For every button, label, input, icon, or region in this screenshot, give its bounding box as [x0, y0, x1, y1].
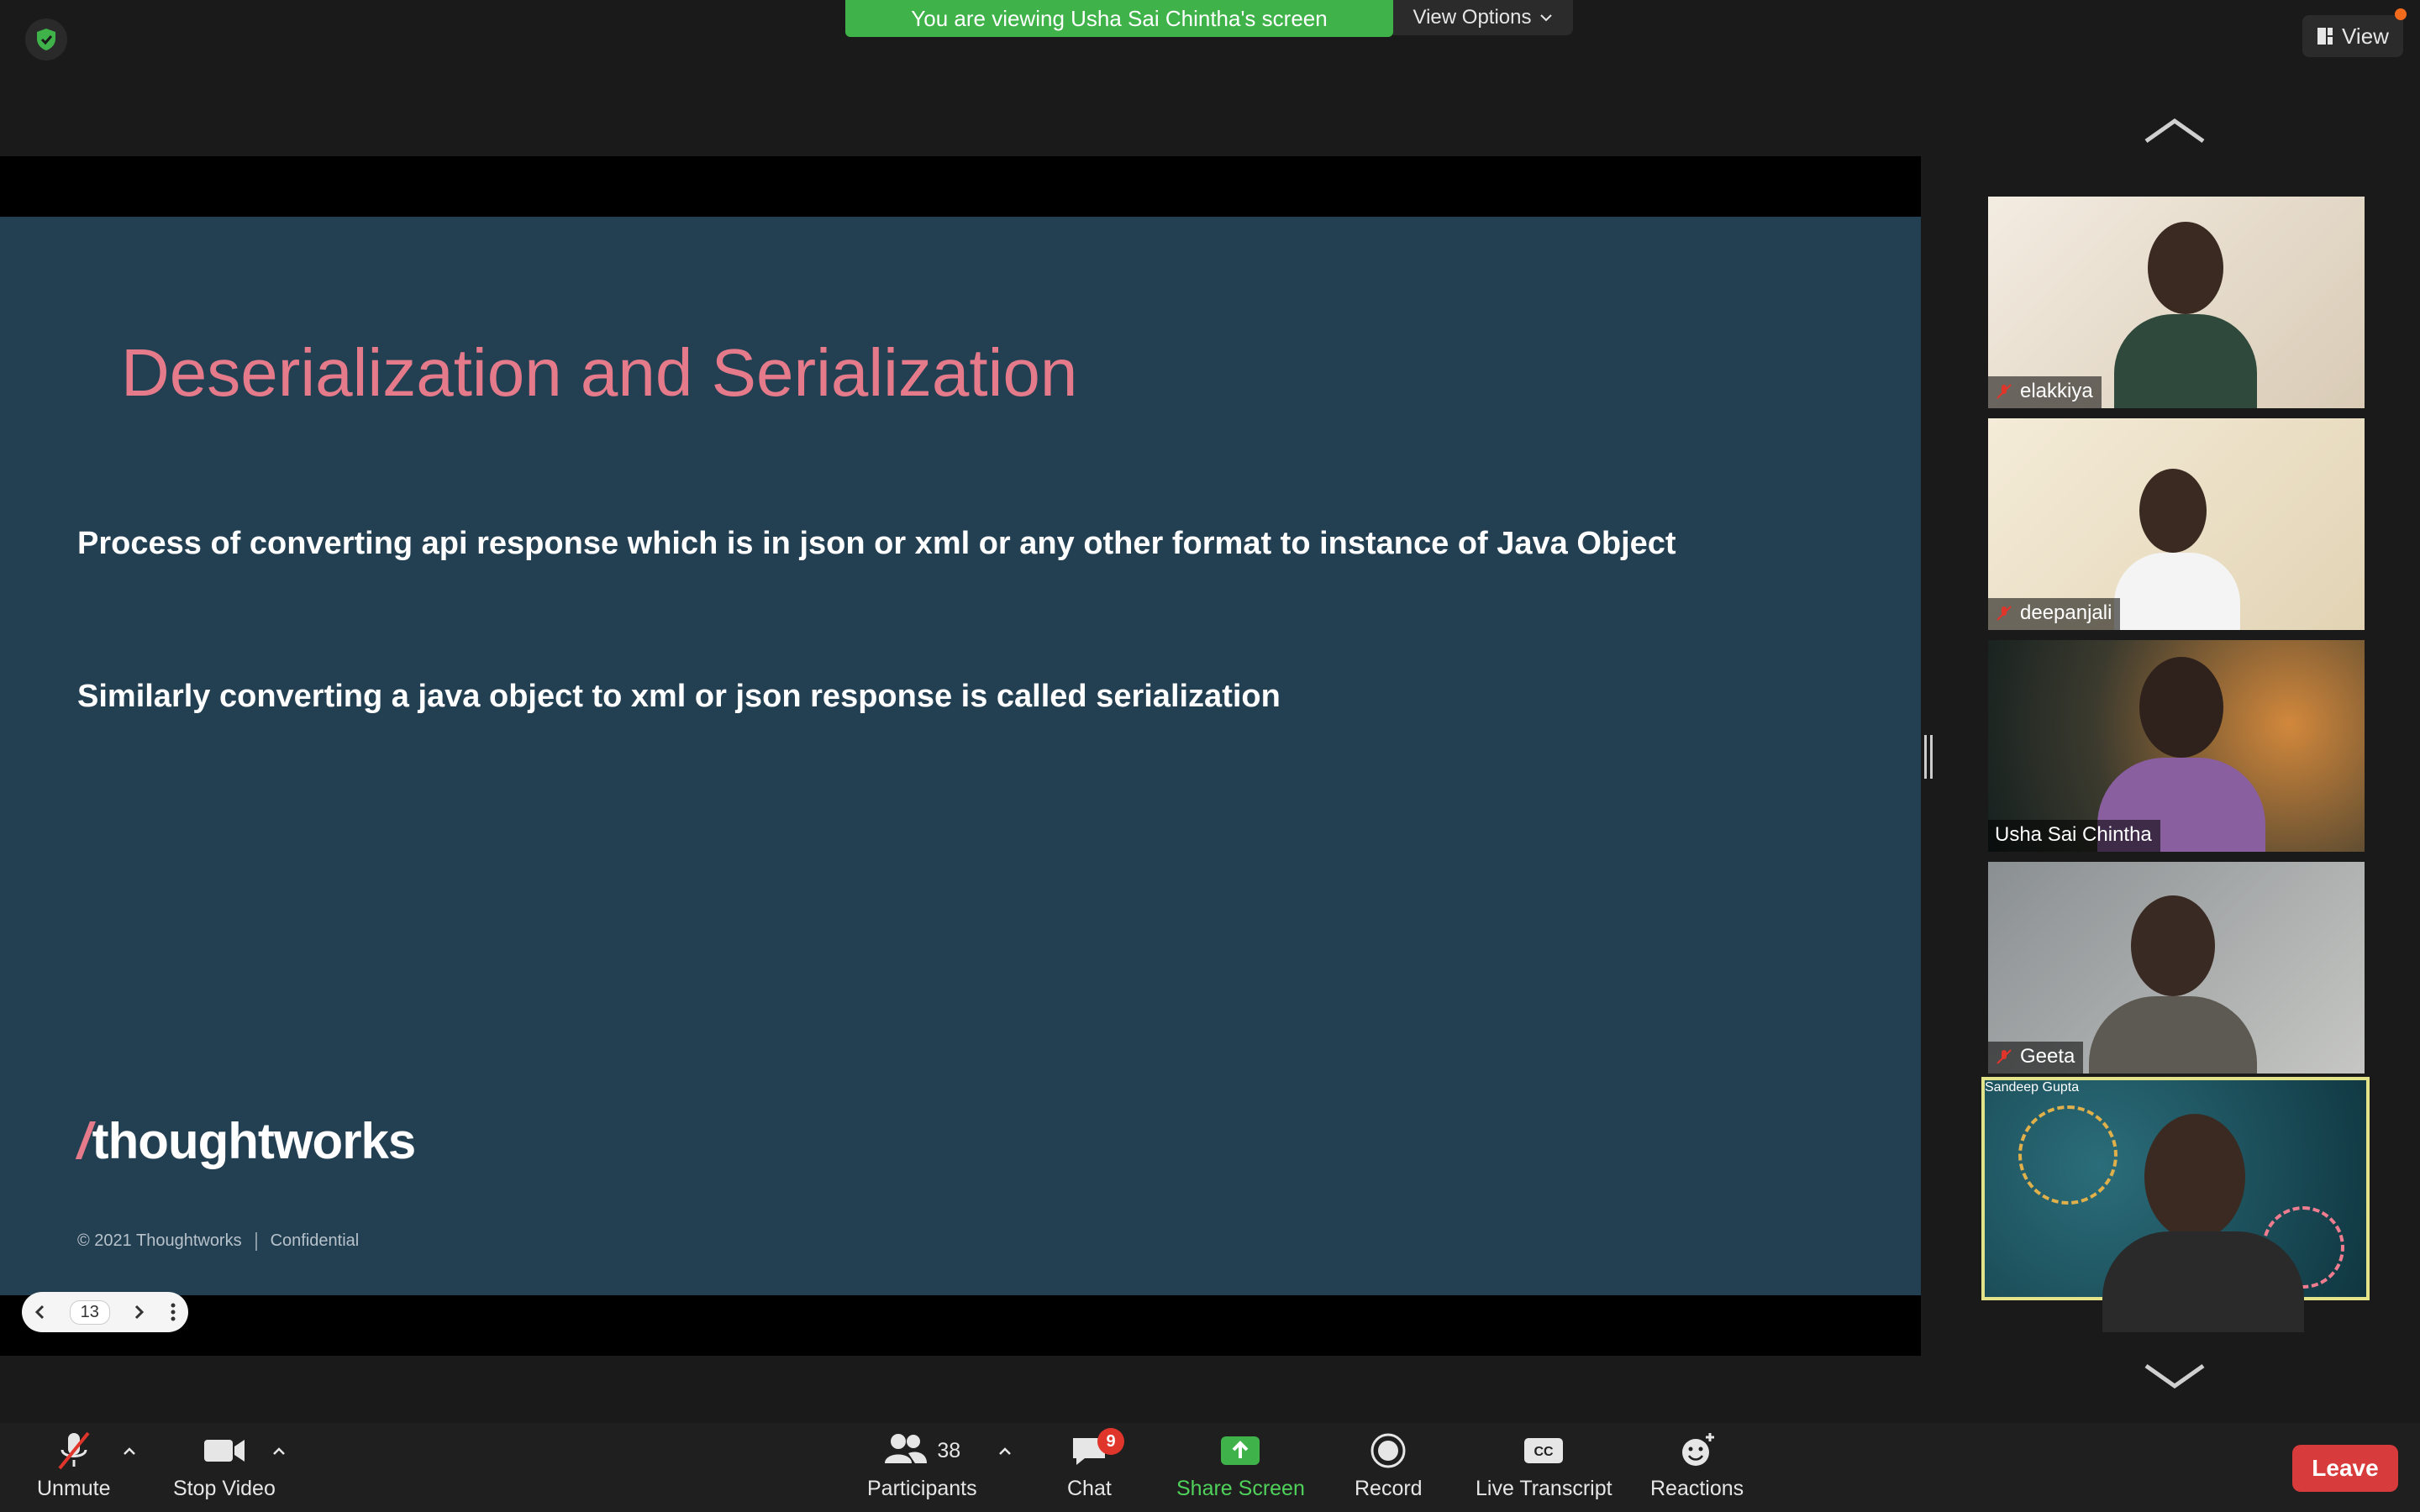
layout-icon: [2317, 28, 2333, 45]
footer-divider: [255, 1231, 257, 1251]
gallery-scroll-down-icon[interactable]: [2141, 1359, 2208, 1393]
participant-video: [2139, 657, 2223, 758]
live-transcript-button[interactable]: CC Live Transcript: [1476, 1430, 1612, 1501]
share-screen-icon: [1221, 1436, 1260, 1465]
previous-slide-icon[interactable]: [34, 1304, 45, 1320]
record-icon: [1370, 1433, 1406, 1468]
record-button[interactable]: Record: [1355, 1430, 1423, 1501]
viewing-screen-banner: You are viewing Usha Sai Chintha's scree…: [845, 0, 1393, 37]
gallery-scroll-up-icon[interactable]: [2141, 114, 2208, 148]
participants-options-caret-icon[interactable]: [997, 1443, 1013, 1460]
unmute-label: Unmute: [37, 1477, 111, 1500]
view-options-label: View Options: [1413, 6, 1532, 29]
slide-page-number: 13: [69, 1299, 110, 1325]
stop-video-label: Stop Video: [173, 1477, 276, 1500]
stop-video-button[interactable]: Stop Video: [173, 1430, 276, 1501]
participant-name-tag: Geeta: [1988, 1042, 2084, 1074]
view-options-button[interactable]: View Options: [1393, 0, 1573, 35]
participant-video: [2139, 469, 2207, 553]
participants-button[interactable]: 38 Participants: [867, 1430, 977, 1501]
participant-video-body: [2102, 1231, 2304, 1332]
share-screen-button[interactable]: Share Screen: [1176, 1430, 1305, 1501]
participant-video-body: [2089, 996, 2257, 1074]
muted-mic-icon: [1996, 1049, 2012, 1064]
participant-video-body: [2114, 314, 2257, 408]
thoughtworks-logo: /thoughtworks: [77, 1113, 417, 1169]
participant-tile[interactable]: Usha Sai Chintha: [1988, 640, 2365, 852]
security-shield-icon[interactable]: [25, 18, 67, 60]
slide-footer: © 2021 Thoughtworks Confidential: [77, 1231, 359, 1251]
participant-name-tag: elakkiya: [1988, 376, 2102, 408]
closed-captions-icon: CC: [1524, 1438, 1564, 1463]
participant-name-tag: Usha Sai Chintha: [1988, 820, 2160, 852]
muted-mic-icon: [1996, 606, 2012, 621]
participant-video: [2131, 895, 2215, 996]
chat-label: Chat: [1067, 1477, 1112, 1500]
slide-copyright: © 2021 Thoughtworks: [77, 1231, 242, 1250]
chevron-down-icon: [1540, 14, 1553, 22]
fireworks-background: [2018, 1105, 2118, 1205]
reactions-button[interactable]: Reactions: [1650, 1430, 1744, 1501]
logo-text: thoughtworks: [92, 1113, 417, 1169]
reactions-label: Reactions: [1650, 1477, 1744, 1500]
svg-text:CC: CC: [1534, 1445, 1555, 1459]
participant-name-tag: Sandeep Gupta: [1985, 1080, 2366, 1095]
more-options-icon[interactable]: [170, 1303, 176, 1321]
participants-label: Participants: [867, 1477, 977, 1500]
reactions-smiley-icon: [1681, 1433, 1714, 1466]
participant-tile[interactable]: elakkiya: [1988, 197, 2365, 408]
participant-video: [2148, 222, 2223, 314]
slide-navigation: 13: [22, 1292, 188, 1332]
shared-screen-letterbox-bottom: [0, 1295, 1921, 1356]
participant-video-body: [2114, 553, 2240, 630]
video-camera-icon: [203, 1440, 245, 1462]
live-transcript-label: Live Transcript: [1476, 1477, 1612, 1500]
next-slide-icon[interactable]: [134, 1304, 145, 1320]
participant-tile[interactable]: deepanjali: [1988, 418, 2365, 630]
slide-title: Deserialization and Serialization: [121, 335, 1078, 410]
participants-count: 38: [937, 1438, 961, 1462]
participant-name: Sandeep Gupta: [1985, 1080, 2080, 1095]
slide-text-line-2: Similarly converting a java object to xm…: [77, 679, 1281, 714]
participant-name: Geeta: [2020, 1045, 2075, 1068]
view-label: View: [2342, 23, 2389, 49]
active-speaker-tile[interactable]: Sandeep Gupta: [1981, 1077, 2370, 1332]
panel-resize-handle[interactable]: [1924, 735, 1933, 779]
slide-confidential: Confidential: [270, 1231, 360, 1250]
participants-icon: [885, 1434, 928, 1463]
audio-options-caret-icon[interactable]: [121, 1443, 138, 1460]
participant-name: deepanjali: [2020, 601, 2112, 624]
participant-name: Usha Sai Chintha: [1995, 823, 2152, 846]
shared-screen-letterbox-top: [0, 156, 1921, 217]
participant-name: elakkiya: [2020, 380, 2093, 402]
record-label: Record: [1355, 1477, 1423, 1500]
video-options-caret-icon[interactable]: [271, 1443, 287, 1460]
view-button[interactable]: View: [2302, 15, 2403, 57]
leave-meeting-button[interactable]: Leave: [2292, 1445, 2398, 1492]
notification-dot: [2395, 8, 2407, 20]
participant-tile[interactable]: Geeta: [1988, 862, 2365, 1074]
muted-mic-icon: [1996, 384, 2012, 399]
muted-microphone-icon: [58, 1431, 90, 1470]
participant-name-tag: deepanjali: [1988, 598, 2121, 630]
unmute-button[interactable]: Unmute: [37, 1430, 111, 1501]
share-screen-label: Share Screen: [1176, 1477, 1305, 1500]
participant-video: [2144, 1114, 2245, 1240]
slide-text-line-1: Process of converting api response which…: [77, 526, 1676, 561]
chat-unread-badge: 9: [1097, 1428, 1124, 1455]
